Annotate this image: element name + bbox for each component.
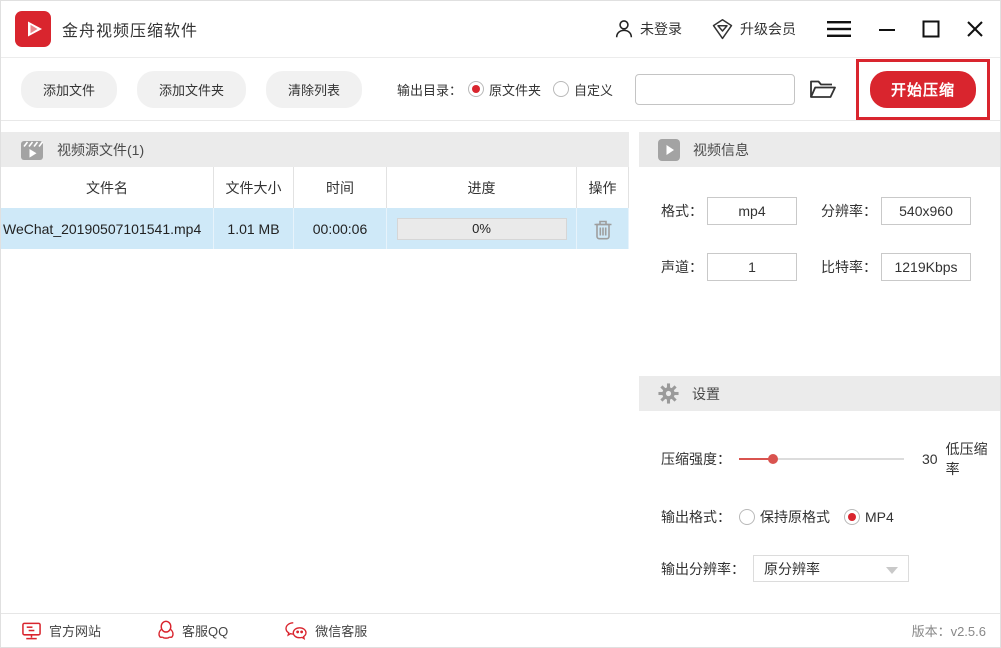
film-icon — [19, 137, 45, 163]
col-time: 时间 — [294, 167, 387, 208]
strength-slider[interactable] — [739, 458, 904, 460]
resolution-selected-value: 原分辨率 — [764, 559, 820, 579]
row-time: 00:00:06 — [294, 208, 387, 249]
table-header: 文件名 文件大小 时间 进度 操作 — [1, 167, 629, 208]
app-window: 金舟视频压缩软件 未登录 升级会员 — [0, 0, 1001, 648]
resolution-label: 分辨率： — [821, 201, 877, 221]
slider-knob[interactable] — [768, 454, 778, 464]
app-title: 金舟视频压缩软件 — [62, 17, 198, 41]
login-label: 未登录 — [640, 19, 682, 39]
footer: 官方网站 客服QQ 微信客服 版本： — [1, 613, 1000, 647]
resolution-value: 540x960 — [881, 197, 971, 225]
upgrade-member-button[interactable]: 升级会员 — [710, 17, 796, 41]
row-operation-cell — [577, 208, 629, 249]
clear-list-button[interactable]: 清除列表 — [266, 71, 362, 108]
col-operation: 操作 — [577, 167, 629, 208]
bitrate-value: 1219Kbps — [881, 253, 971, 281]
start-compress-button[interactable]: 开始压缩 — [870, 71, 976, 108]
source-panel-header: 视频源文件(1) — [1, 132, 629, 167]
strength-value: 30 — [922, 451, 938, 467]
video-info-header: 视频信息 — [639, 132, 1000, 167]
radio-mp4[interactable]: MP4 — [844, 509, 894, 525]
progress-bar: 0% — [397, 218, 567, 240]
right-panel: 视频信息 格式： mp4 分辨率： 540x960 声道： 1 比特率： 121… — [639, 132, 1000, 613]
wechat-icon — [284, 621, 308, 641]
compression-strength-row: 压缩强度： 30 低压缩率 — [639, 439, 1000, 479]
radio-keep-original-icon[interactable] — [739, 509, 755, 525]
gem-icon — [710, 17, 735, 41]
strength-desc: 低压缩率 — [946, 439, 1000, 479]
info-row-2: 声道： 1 比特率： 1219Kbps — [639, 253, 1000, 281]
row-progress-cell: 0% — [387, 208, 577, 249]
resolution-select[interactable]: 原分辨率 — [753, 555, 909, 582]
radio-original-folder[interactable]: 原文件夹 — [468, 80, 541, 99]
settings-header: 设置 — [639, 376, 1000, 411]
menu-button[interactable] — [826, 19, 852, 39]
output-resolution-row: 输出分辨率： 原分辨率 — [639, 555, 1000, 582]
strength-label: 压缩强度： — [661, 449, 731, 469]
upgrade-label: 升级会员 — [740, 19, 796, 39]
output-path-input[interactable] — [635, 74, 795, 105]
info-row-1: 格式： mp4 分辨率： 540x960 — [639, 197, 1000, 225]
close-button[interactable] — [966, 20, 984, 38]
app-logo-icon — [15, 11, 51, 47]
output-format-label: 输出格式： — [661, 507, 731, 527]
qq-support-link[interactable]: 客服QQ — [157, 620, 228, 641]
qq-icon — [157, 620, 175, 641]
row-filename: WeChat_20190507101541.mp4 — [1, 208, 214, 249]
col-filename: 文件名 — [1, 167, 214, 208]
official-website-link[interactable]: 官方网站 — [21, 621, 101, 641]
add-file-button[interactable]: 添加文件 — [21, 71, 117, 108]
radio-keep-original-format[interactable]: 保持原格式 — [739, 507, 830, 527]
chevron-down-icon — [886, 567, 898, 574]
format-label: 格式： — [661, 201, 703, 221]
row-filesize: 1.01 MB — [214, 208, 294, 249]
delete-icon[interactable] — [593, 218, 613, 240]
radio-mp4-icon[interactable] — [844, 509, 860, 525]
minimize-button[interactable] — [878, 20, 896, 38]
bitrate-label: 比特率： — [821, 257, 877, 277]
titlebar: 金舟视频压缩软件 未登录 升级会员 — [1, 1, 1000, 58]
output-dir-label: 输出目录： — [397, 80, 462, 99]
channels-value: 1 — [707, 253, 797, 281]
maximize-button[interactable] — [922, 20, 940, 38]
source-file-panel: 视频源文件(1) 文件名 文件大小 时间 进度 操作 WeChat_201905… — [1, 132, 629, 613]
gear-icon — [657, 382, 680, 405]
monitor-icon — [21, 621, 42, 641]
table-row[interactable]: WeChat_20190507101541.mp4 1.01 MB 00:00:… — [1, 208, 629, 249]
login-button[interactable]: 未登录 — [613, 17, 682, 41]
radio-custom[interactable]: 自定义 — [553, 80, 613, 99]
channels-label: 声道： — [661, 257, 703, 277]
video-info-title: 视频信息 — [693, 140, 749, 160]
settings-title: 设置 — [692, 384, 720, 404]
add-folder-button[interactable]: 添加文件夹 — [137, 71, 246, 108]
toolbar: 添加文件 添加文件夹 清除列表 输出目录： 原文件夹 自定义 开始压缩 — [1, 58, 1000, 121]
main-content: 视频源文件(1) 文件名 文件大小 时间 进度 操作 WeChat_201905… — [1, 121, 1000, 613]
source-panel-title: 视频源文件(1) — [57, 140, 144, 160]
version-label: 版本：v2.5.6 — [912, 621, 986, 640]
output-resolution-label: 输出分辨率： — [661, 559, 745, 579]
video-play-icon — [657, 138, 681, 162]
format-value: mp4 — [707, 197, 797, 225]
browse-folder-icon[interactable] — [808, 77, 836, 101]
col-progress: 进度 — [387, 167, 577, 208]
user-icon — [613, 17, 635, 41]
wechat-support-link[interactable]: 微信客服 — [284, 621, 367, 641]
radio-custom-icon[interactable] — [553, 81, 569, 97]
col-filesize: 文件大小 — [214, 167, 294, 208]
start-compress-highlight: 开始压缩 — [856, 59, 990, 120]
output-format-row: 输出格式： 保持原格式 MP4 — [639, 507, 1000, 527]
radio-original-folder-icon[interactable] — [468, 81, 484, 97]
